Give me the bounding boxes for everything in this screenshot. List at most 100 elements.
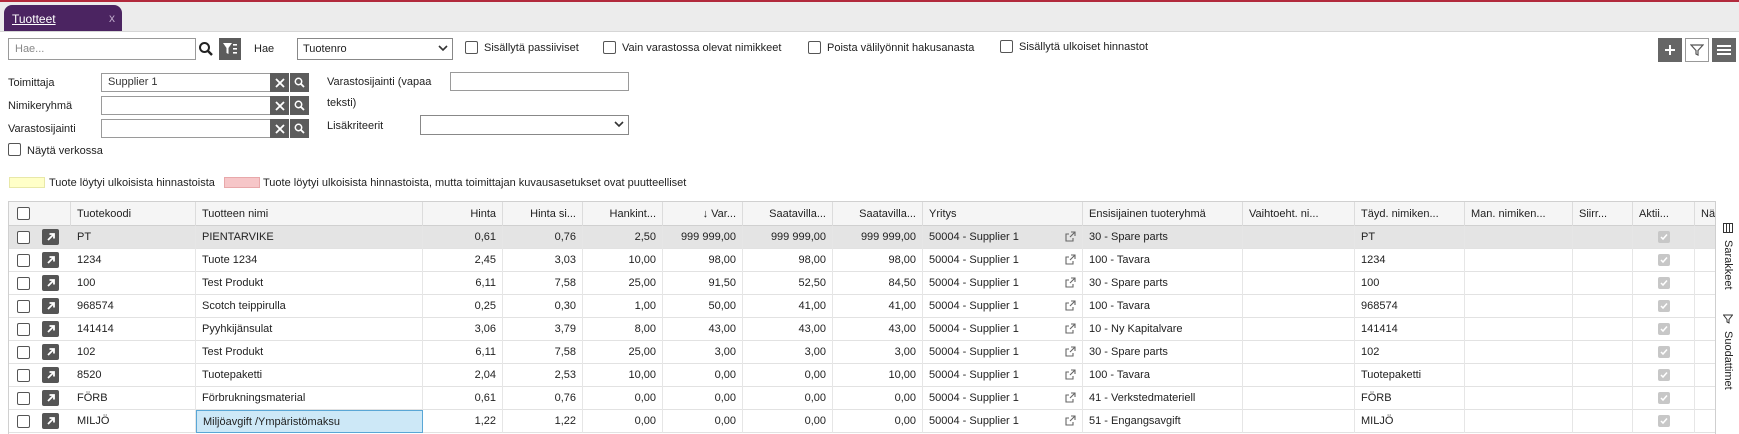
external-link-icon[interactable] xyxy=(1065,231,1076,245)
open-item-icon[interactable] xyxy=(42,298,59,314)
table-row[interactable]: 8520 Tuotepaketti 2,04 2,53 10,00 0,00 0,00 10,… xyxy=(9,364,1717,387)
header-price[interactable]: Hinta xyxy=(423,202,503,226)
open-item-icon[interactable] xyxy=(42,413,59,429)
open-item-icon[interactable] xyxy=(42,390,59,406)
row-checkbox[interactable] xyxy=(17,277,30,290)
cell-text: PT xyxy=(1361,231,1376,243)
external-link-icon[interactable] xyxy=(1065,346,1076,360)
menu-icon[interactable] xyxy=(1712,38,1736,62)
external-link-icon[interactable] xyxy=(1065,300,1076,314)
cell-text: 100 xyxy=(1361,277,1380,289)
cell-text: 50004 - Supplier 1 xyxy=(929,369,1019,381)
filter-options-icon[interactable] xyxy=(219,38,241,60)
cell-name: Test Produkt xyxy=(196,272,423,295)
include-external-checkbox[interactable] xyxy=(1000,40,1013,53)
open-item-icon[interactable] xyxy=(42,252,59,268)
table-row[interactable]: 968574 Scotch teippirulla 0,25 0,30 1,00 50,0… xyxy=(9,295,1717,318)
only-stock-checkbox[interactable] xyxy=(603,41,616,54)
external-link-icon[interactable] xyxy=(1065,369,1076,383)
search-input[interactable]: Hae... xyxy=(8,38,196,60)
supplier-input[interactable]: Supplier 1 xyxy=(101,73,271,92)
cell-name: Tuotepaketti xyxy=(196,364,423,387)
header-name[interactable]: Tuotteen nimi xyxy=(196,202,423,226)
table-row[interactable]: MILJÖ Miljöavgift /Ympäristömaksu 1,22 1,22… xyxy=(9,410,1717,433)
table-row[interactable]: FÖRB Förbrukningsmaterial 0,61 0,76 0,00 0,00… xyxy=(9,387,1717,410)
external-link-icon[interactable] xyxy=(1065,254,1076,268)
table-row[interactable]: 102 Test Produkt 6,11 7,58 25,00 3,00 3,00 3,00… xyxy=(9,341,1717,364)
open-item-icon[interactable] xyxy=(42,367,59,383)
location-search-icon[interactable] xyxy=(290,119,309,138)
header-purchase[interactable]: Hankint... xyxy=(583,202,663,226)
row-checkbox[interactable] xyxy=(17,254,30,267)
free-location-input[interactable] xyxy=(450,72,629,91)
tab-label[interactable]: Tuotteet xyxy=(12,12,56,26)
active-checkbox xyxy=(1658,415,1670,427)
item-group-search-icon[interactable] xyxy=(290,96,309,115)
remove-spaces-label: Poista välilyönnit hakusanasta xyxy=(827,42,975,54)
open-item-icon[interactable] xyxy=(42,344,59,360)
header-avail2[interactable]: Saatavilla... xyxy=(833,202,923,226)
table-row[interactable]: 1234 Tuote 1234 2,45 3,03 10,00 98,00 98,00 98,… xyxy=(9,249,1717,272)
open-item-icon[interactable] xyxy=(42,321,59,337)
item-group-clear-icon[interactable] xyxy=(270,96,289,115)
active-checkbox xyxy=(1658,323,1670,335)
row-checkbox[interactable] xyxy=(17,323,30,336)
cell-name: Förbrukningsmaterial xyxy=(196,387,423,410)
location-input[interactable] xyxy=(101,119,271,138)
cell-full-name: 1234 xyxy=(1355,249,1465,272)
header-man-name[interactable]: Man. nimiken... xyxy=(1465,202,1573,226)
select-all-checkbox[interactable] xyxy=(17,207,30,220)
item-group-input[interactable] xyxy=(101,96,271,115)
filter-icon[interactable] xyxy=(1685,38,1709,62)
header-full-name[interactable]: Täyd. nimiken... xyxy=(1355,202,1465,226)
cell-transfer xyxy=(1573,249,1633,272)
table-row[interactable]: 141414 Pyyhkijänsulat 3,06 3,79 8,00 43,00 43,… xyxy=(9,318,1717,341)
filters-panel-tab[interactable]: Suodattimet xyxy=(1716,314,1739,390)
row-checkbox[interactable] xyxy=(17,392,30,405)
open-item-icon[interactable] xyxy=(42,275,59,291)
table-row[interactable]: PT PIENTARVIKE 0,61 0,76 2,50 999 999,00 999 9… xyxy=(9,226,1717,249)
cell-active xyxy=(1633,364,1695,387)
cell-transfer xyxy=(1573,226,1633,249)
show-online-checkbox[interactable] xyxy=(8,143,21,156)
header-transfer[interactable]: Siirr... xyxy=(1573,202,1633,226)
remove-spaces-checkbox[interactable] xyxy=(808,41,821,54)
header-alt[interactable]: Vaihtoeht. ni... xyxy=(1243,202,1355,226)
header-stock[interactable]: ↓ Var... xyxy=(663,202,743,226)
header-price-vat[interactable]: Hinta si... xyxy=(503,202,583,226)
header-active[interactable]: Aktii... xyxy=(1633,202,1695,226)
supplier-search-icon[interactable] xyxy=(290,73,309,92)
location-clear-icon[interactable] xyxy=(270,119,289,138)
row-checkbox[interactable] xyxy=(17,346,30,359)
external-link-icon[interactable] xyxy=(1065,277,1076,291)
extra-criteria-select[interactable] xyxy=(420,115,629,135)
legend-yellow-text: Tuote löytyi ulkoisista hinnastoista xyxy=(49,177,215,189)
table-row[interactable]: 100 Test Produkt 6,11 7,58 25,00 91,50 52,50 84… xyxy=(9,272,1717,295)
header-select-all[interactable] xyxy=(9,202,71,226)
header-avail1[interactable]: Saatavilla... xyxy=(743,202,833,226)
cell-purchase: 10,00 xyxy=(583,364,663,387)
cell-price-vat: 7,58 xyxy=(503,272,583,295)
header-group[interactable]: Ensisijainen tuoteryhmä xyxy=(1083,202,1243,226)
supplier-clear-icon[interactable] xyxy=(270,73,289,92)
row-checkbox[interactable] xyxy=(17,300,30,313)
open-item-icon[interactable] xyxy=(42,229,59,245)
cell-avail2: 98,00 xyxy=(833,249,923,272)
row-checkbox[interactable] xyxy=(17,369,30,382)
legend-red-text: Tuote löytyi ulkoisista hinnastoista, mu… xyxy=(263,177,687,189)
columns-panel-tab[interactable]: Sarakkeet xyxy=(1716,223,1739,290)
row-checkbox[interactable] xyxy=(17,415,30,428)
row-checkbox[interactable] xyxy=(17,231,30,244)
header-code[interactable]: Tuotekoodi xyxy=(71,202,196,226)
external-link-icon[interactable] xyxy=(1065,392,1076,406)
external-link-icon[interactable] xyxy=(1065,415,1076,429)
add-icon[interactable] xyxy=(1658,38,1682,62)
cell-group: 30 - Spare parts xyxy=(1083,272,1243,295)
search-icon[interactable] xyxy=(195,38,217,60)
external-link-icon[interactable] xyxy=(1065,323,1076,337)
tab-products[interactable]: Tuotteet x xyxy=(4,5,122,31)
header-company[interactable]: Yritys xyxy=(923,202,1083,226)
include-passive-checkbox[interactable] xyxy=(465,41,478,54)
tab-close-icon[interactable]: x xyxy=(109,11,115,25)
search-field-select[interactable]: Tuotenro xyxy=(297,38,453,60)
